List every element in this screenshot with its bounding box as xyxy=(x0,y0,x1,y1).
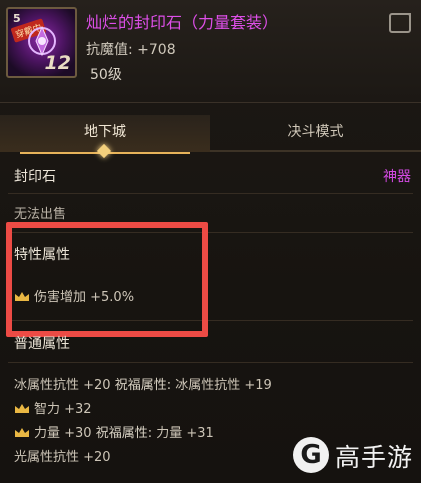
item-rarity: 神器 xyxy=(383,169,411,185)
strength: 力量 +30 xyxy=(34,426,92,441)
blessing-label: 祝福属性: xyxy=(95,426,153,441)
share-icon[interactable] xyxy=(389,13,411,33)
divider xyxy=(8,193,413,194)
blessing-label: 祝福属性: xyxy=(114,378,172,393)
tab-duel-mode[interactable]: 决斗模式 xyxy=(210,115,421,152)
crown-icon xyxy=(15,428,29,437)
mode-tabs: 地下城 决斗模式 xyxy=(0,115,421,154)
magic-resist-stat: 抗魔值: +708 xyxy=(86,42,176,58)
crown-icon xyxy=(15,404,29,413)
normal-attr-row: 冰属性抗性 +20 祝福属性: 冰属性抗性 +19 xyxy=(14,374,272,393)
normal-attr-title: 普通属性 xyxy=(14,336,70,352)
item-header: 5 穿戴中 12 灿烂的封印石（力量套装） 抗魔值: +708 50级 xyxy=(0,0,421,103)
normal-attr-row: 智力 +32 xyxy=(14,398,92,417)
seal-stone-icon[interactable]: 5 穿戴中 12 xyxy=(6,7,77,78)
watermark-text: 高手游 xyxy=(335,443,414,472)
light-resist: 光属性抗性 +20 xyxy=(14,450,111,465)
item-type: 封印石 xyxy=(14,169,56,185)
watermark: 高手游 xyxy=(293,435,415,475)
item-name: 灿烂的封印石（力量套装） xyxy=(86,13,279,32)
item-tooltip: 5 穿戴中 12 灿烂的封印石（力量套装） 抗魔值: +708 50级 地下城 … xyxy=(0,0,421,483)
normal-attr-row: 力量 +30 祝福属性: 力量 +31 xyxy=(14,422,214,441)
icon-number: 12 xyxy=(44,52,71,74)
blessing-ice-resist: 冰属性抗性 +19 xyxy=(175,378,272,393)
watermark-logo-icon xyxy=(293,437,329,473)
divider xyxy=(8,362,413,363)
highlight-box xyxy=(6,222,208,337)
blessing-strength: 力量 +31 xyxy=(156,426,214,441)
item-level: 50级 xyxy=(90,67,122,83)
intelligence: 智力 +32 xyxy=(34,402,92,417)
normal-attr-row: 光属性抗性 +20 xyxy=(14,446,111,465)
trade-restriction: 无法出售 xyxy=(14,207,67,222)
ice-resist: 冰属性抗性 +20 xyxy=(14,378,111,393)
